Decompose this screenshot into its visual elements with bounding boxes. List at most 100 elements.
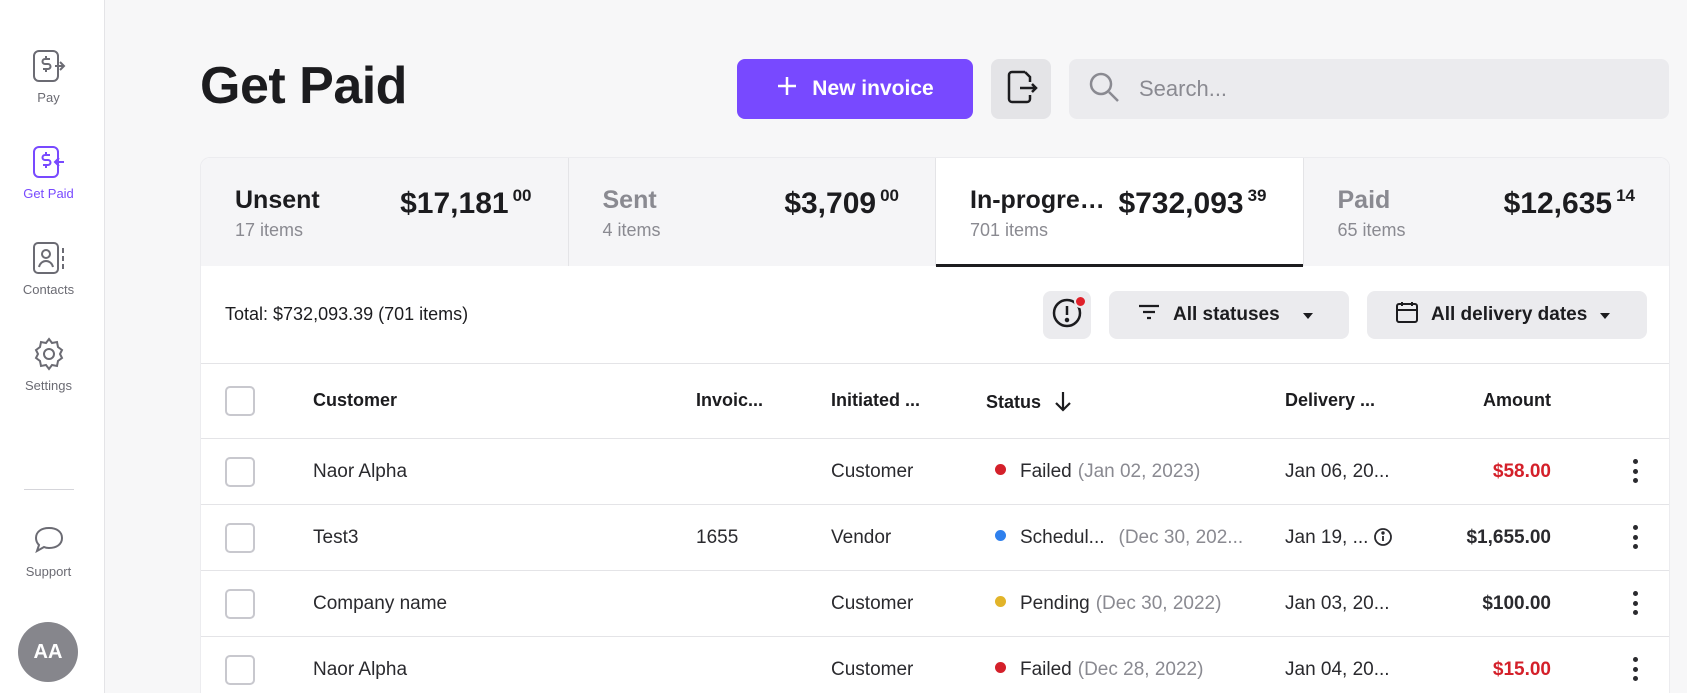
invoices-card: Unsent 17 items $17,181 00 Sent 4 items $… xyxy=(200,157,1670,693)
tab-count: 4 items xyxy=(602,220,661,240)
customer-cell: Naor Alpha xyxy=(313,461,408,482)
tab-amount-cents: 39 xyxy=(1247,186,1267,205)
search-icon xyxy=(1087,70,1121,109)
row-actions-kebab-icon[interactable] xyxy=(1629,653,1641,685)
dollar-pay-icon xyxy=(31,48,67,84)
tab-paid[interactable]: Paid 65 items $12,635 14 xyxy=(1303,158,1669,266)
dollar-get-paid-icon xyxy=(31,144,67,180)
sidebar-item-label: Pay xyxy=(37,90,60,105)
row-checkbox[interactable] xyxy=(225,523,255,553)
tab-amount-cents: 00 xyxy=(880,186,899,205)
status-pending-dot xyxy=(995,596,1006,607)
select-all-checkbox[interactable] xyxy=(225,386,255,416)
tab-name: Paid xyxy=(1337,186,1391,214)
sidebar-item-label: Get Paid xyxy=(23,186,74,201)
tab-amount: $732,093 39 xyxy=(1118,186,1267,220)
tab-amount: $12,635 14 xyxy=(1503,186,1635,220)
status-date: (Dec 28, 2022) xyxy=(1077,659,1204,680)
plus-icon xyxy=(776,75,798,103)
sidebar-item-contacts[interactable]: Contacts xyxy=(0,240,97,297)
alert-filter-button[interactable] xyxy=(1043,291,1091,339)
amount-cell: $58.00 xyxy=(1492,461,1551,482)
row-actions-kebab-icon[interactable] xyxy=(1629,587,1641,619)
delivery-date-filter-dropdown[interactable]: All delivery dates xyxy=(1367,291,1647,339)
tab-count: 17 items xyxy=(235,220,304,240)
column-header-customer[interactable]: Customer xyxy=(313,390,397,411)
sidebar-item-settings[interactable]: Settings xyxy=(0,336,97,393)
sidebar-item-get-paid[interactable]: Get Paid xyxy=(0,144,97,201)
initiated-cell: Customer xyxy=(831,593,914,614)
customer-cell: Company name xyxy=(313,593,448,614)
caret-down-icon xyxy=(1302,304,1314,326)
status-cell: Failed (Dec 28, 2022) xyxy=(995,659,1203,681)
table-row[interactable]: Naor Alpha Customer Failed (Dec 28, 2022)… xyxy=(201,637,1669,693)
gear-icon xyxy=(31,336,67,372)
export-file-icon xyxy=(1003,69,1039,110)
tab-amount-cents: 14 xyxy=(1616,186,1635,205)
status-failed-dot xyxy=(995,662,1006,673)
tab-amount: $3,709 00 xyxy=(784,186,899,220)
new-invoice-button[interactable]: New invoice xyxy=(737,59,973,119)
column-header-invoice[interactable]: Invoic... xyxy=(696,390,763,411)
amount-cell: $1,655.00 xyxy=(1466,527,1551,548)
status-cell: Pending (Dec 30, 2022) xyxy=(995,593,1221,615)
status-cell: Schedul... (Dec 30, 202... xyxy=(995,527,1243,549)
status-date: (Dec 30, 202... xyxy=(1118,527,1244,548)
column-header-delivery[interactable]: Delivery ... xyxy=(1285,390,1375,411)
column-header-amount[interactable]: Amount xyxy=(1483,390,1551,411)
sidebar-item-support[interactable]: Support xyxy=(0,522,97,579)
chat-bubble-icon xyxy=(31,522,67,558)
status-filter-dropdown[interactable]: All statuses xyxy=(1109,291,1349,339)
table-header: Customer Invoic... Initiated ... Status … xyxy=(201,364,1669,439)
export-button[interactable] xyxy=(991,59,1051,119)
column-header-initiated[interactable]: Initiated ... xyxy=(831,390,920,411)
status-filter-label: All statuses xyxy=(1173,304,1280,325)
page-title: Get Paid xyxy=(200,57,407,115)
delivery-cell: Jan 03, 20... xyxy=(1285,593,1390,614)
row-actions-kebab-icon[interactable] xyxy=(1629,455,1641,487)
total-summary: Total: $732,093.39 (701 items) xyxy=(225,304,469,324)
row-checkbox[interactable] xyxy=(225,589,255,619)
tab-sent[interactable]: Sent 4 items $3,709 00 xyxy=(568,158,936,266)
delivery-date-filter-label: All delivery dates xyxy=(1431,304,1588,325)
status-date: (Dec 30, 2022) xyxy=(1095,593,1222,614)
sidebar-item-label: Settings xyxy=(25,378,72,393)
filter-bar: Total: $732,093.39 (701 items) All statu… xyxy=(201,266,1669,364)
search-input[interactable] xyxy=(1139,76,1639,102)
tab-in-progress[interactable]: In-progress 701 items $732,093 39 xyxy=(936,158,1304,267)
search-bar[interactable] xyxy=(1069,59,1669,119)
sidebar-item-label: Support xyxy=(25,564,72,579)
avatar[interactable]: AA xyxy=(18,622,78,682)
filter-lines-icon xyxy=(1137,300,1161,330)
status-cell: Failed (Jan 02, 2023) xyxy=(995,461,1200,483)
tab-unsent[interactable]: Unsent 17 items $17,181 00 xyxy=(201,158,569,266)
notification-dot xyxy=(1074,295,1087,308)
delivery-cell: Jan 06, 20... xyxy=(1285,461,1390,482)
status-failed-dot xyxy=(995,464,1006,475)
row-checkbox[interactable] xyxy=(225,655,255,685)
status-scheduled-dot xyxy=(995,530,1006,541)
sidebar-item-label: Contacts xyxy=(22,282,75,297)
row-checkbox[interactable] xyxy=(225,457,255,487)
info-icon[interactable] xyxy=(1373,527,1393,553)
table-row[interactable]: Test3 1655 Vendor Schedul... (Dec 30, 202… xyxy=(201,505,1669,571)
tab-name: Unsent xyxy=(235,186,320,214)
tab-name: In-progress xyxy=(970,186,1106,214)
customer-cell: Naor Alpha xyxy=(313,659,408,680)
delivery-cell: Jan 19, ... xyxy=(1285,527,1369,548)
amount-cell: $100.00 xyxy=(1482,593,1551,614)
tab-count: 65 items xyxy=(1337,220,1406,240)
sidebar-item-pay[interactable]: Pay xyxy=(0,48,97,105)
invoice-tabs: Unsent 17 items $17,181 00 Sent 4 items $… xyxy=(201,158,1669,267)
table-row[interactable]: Company name Customer Pending (Dec 30, 20… xyxy=(201,571,1669,637)
new-invoice-label: New invoice xyxy=(812,77,934,100)
row-actions-kebab-icon[interactable] xyxy=(1629,521,1641,553)
tab-name: Sent xyxy=(602,186,657,214)
table-row[interactable]: Naor Alpha Customer Failed (Jan 02, 2023)… xyxy=(201,439,1669,505)
calendar-icon xyxy=(1395,300,1419,330)
status-date: (Jan 02, 2023) xyxy=(1077,461,1201,482)
column-header-status[interactable]: Status xyxy=(986,390,1072,417)
sidebar: Pay Get Paid Contacts Settings Support A… xyxy=(0,0,105,693)
arrow-down-icon xyxy=(1054,390,1072,417)
initiated-cell: Customer xyxy=(831,461,914,482)
